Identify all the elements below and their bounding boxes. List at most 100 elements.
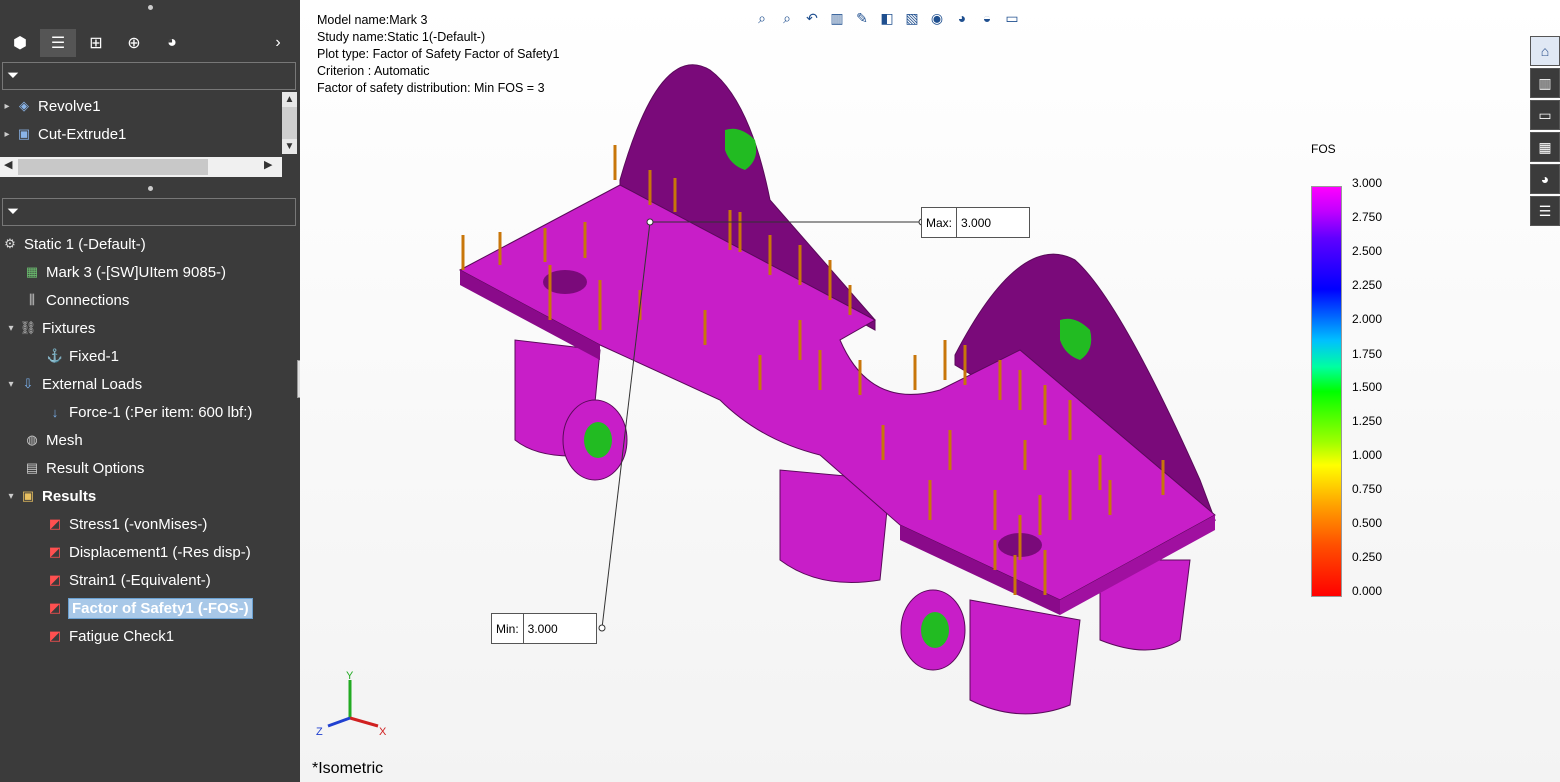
mesh-icon: ◍ [26,432,38,447]
legend-tick: 3.000 [1352,176,1383,190]
tree-item-label: Force-1 (:Per item: 600 lbf:) [69,403,253,421]
tree-item-label: Results [42,487,97,505]
max-label: Max: [922,208,958,237]
scroll-down-icon[interactable]: ▼ [282,139,297,154]
filter-icon: ⏷ [7,203,20,220]
results-folder-icon: ▣ [21,488,35,503]
fixed-geometry-icon: ⚓ [46,348,64,363]
simulation-filter-input[interactable]: ⏷ [2,198,296,226]
tree-item-label: Stress1 (-vonMises-) [69,515,208,533]
tree-item-connections[interactable]: ⫼ Connections [0,286,300,314]
tree-item-label: Result Options [46,459,145,477]
configuration-manager-tab[interactable]: ⊞ [78,29,114,57]
dimxpert-manager-tab[interactable]: ⊕ [116,29,152,57]
legend-tick: 2.500 [1352,244,1383,258]
right-boss-hole [921,612,949,648]
tree-item-external-loads[interactable]: ▾ ⇩ External Loads [0,370,300,398]
view-palette-icon[interactable]: ▦ [1530,132,1560,162]
cut-extrude-icon: ▣ [17,126,31,141]
scroll-up-icon[interactable]: ▲ [282,92,297,107]
tree-item-results[interactable]: ▾ ▣ Results [0,482,300,510]
tree-item-displacement1[interactable]: ◩ Displacement1 (-Res disp-) [0,538,300,566]
legend-tick: 2.250 [1352,278,1383,292]
collapse-arrow-icon[interactable]: ▾ [4,491,18,502]
home-icon[interactable]: ⌂ [1530,36,1560,66]
max-callout[interactable]: Max: 3.000 [921,207,1031,238]
triad-y-label: Y [346,670,354,682]
result-options-icon: ▤ [25,460,39,475]
tree-item-label: Fixed-1 [69,347,120,365]
tree-item-fixtures[interactable]: ▾ ⛓ Fixtures [0,314,300,342]
tree-item-result-options[interactable]: ▤ Result Options [0,454,300,482]
max-value: 3.000 [961,215,992,230]
panel-splitter-middle[interactable] [0,181,300,195]
display-manager-tab[interactable]: ◕ [154,29,190,57]
tree-item-static1[interactable]: ⚙ Static 1 (-Default-) [0,230,300,258]
manager-tabs: ⬢ ☰ ⊞ ⊕ ◕ › [0,26,300,60]
collapse-arrow-icon[interactable]: ▾ [4,379,18,390]
appearances-icon[interactable]: ◕ [1530,164,1560,194]
triad-z-label: Z [316,726,323,738]
tree-item-factor-of-safety1[interactable]: ◩ Factor of Safety1 (-FOS-) [0,594,300,622]
tree-item-strain1[interactable]: ◩ Strain1 (-Equivalent-) [0,566,300,594]
tree-item-label: Strain1 (-Equivalent-) [69,571,211,589]
part-icon: ▦ [25,264,39,279]
min-pin-icon [598,624,606,632]
tree-item-label: Factor of Safety1 (-FOS-) [68,597,253,619]
tree-item-fatigue-check1[interactable]: ◩ Fatigue Check1 [0,622,300,650]
tree-item-cut-extrude1[interactable]: ▸ ▣ Cut-Extrude1 [0,120,282,148]
scroll-thumb[interactable] [282,107,297,139]
custom-properties-icon[interactable]: ☰ [1530,196,1560,226]
strain-plot-icon: ◩ [48,572,62,587]
tree-item-label: Fixtures [42,319,96,337]
tree-horizontal-scrollbar[interactable]: ◀ ▶ [0,157,282,177]
view-orientation-label: *Isometric [312,760,384,777]
tree-item-stress1[interactable]: ◩ Stress1 (-vonMises-) [0,510,300,538]
fixtures-icon: ⛓ [19,320,37,335]
feature-filter-input[interactable]: ⏷ [2,62,296,90]
legend-tick: 2.750 [1352,210,1383,224]
expand-arrow-icon[interactable]: ▸ [0,101,14,112]
feature-manager-tab[interactable]: ⬢ [2,29,38,57]
file-explorer-icon[interactable]: ▭ [1530,100,1560,130]
tree-item-label: Mark 3 (-[SW]UItem 9085-) [46,263,227,281]
fos-color-legend[interactable] [1311,186,1342,597]
graphics-area[interactable]: Model name:Mark 3 Study name:Static 1(-D… [300,0,1560,782]
min-callout[interactable]: Min: 3.000 [491,613,597,644]
scroll-right-icon[interactable]: ▶ [264,158,272,171]
expand-chevron-icon[interactable]: › [260,29,296,57]
triad-x-label: X [379,726,387,738]
tree-item-label: Displacement1 (-Res disp-) [69,543,251,561]
design-library-icon[interactable]: ▥ [1530,68,1560,98]
property-manager-tab[interactable]: ☰ [40,29,76,57]
tree-item-force1[interactable]: ↓ Force-1 (:Per item: 600 lbf:) [0,398,300,426]
study-icon: ⚙ [4,236,16,251]
feature-manager-panel: ⬢ ☰ ⊞ ⊕ ◕ › ⏷ ▸ ◈ Revolve1 ▸ ▣ Cut-Extru… [0,0,307,782]
min-label: Min: [492,614,524,643]
scroll-thumb[interactable] [18,159,208,175]
revolve-icon: ◈ [19,98,29,113]
tree-item-mesh[interactable]: ◍ Mesh [0,426,300,454]
scroll-left-icon[interactable]: ◀ [4,158,12,171]
tree-item-label: Connections [46,291,130,309]
legend-title: FOS [1311,142,1336,156]
legend-tick: 1.250 [1352,414,1383,428]
connections-icon: ⫼ [29,292,35,307]
panel-splitter-top[interactable] [0,0,300,14]
simulation-study-tree: ⚙ Static 1 (-Default-) ▦ Mark 3 (-[SW]UI… [0,230,300,650]
legend-tick: 2.000 [1352,312,1383,326]
expand-arrow-icon[interactable]: ▸ [0,129,14,140]
right-hub [969,599,1081,715]
coordinate-triad: Y X Z [316,670,387,738]
tree-item-revolve1[interactable]: ▸ ◈ Revolve1 [0,92,282,120]
filter-icon: ⏷ [7,67,20,84]
tree-item-fixed1[interactable]: ⚓ Fixed-1 [0,342,300,370]
external-loads-icon: ⇩ [22,376,34,391]
legend-tick: 1.750 [1352,347,1383,361]
collapse-arrow-icon[interactable]: ▾ [4,323,18,334]
tree-item-part[interactable]: ▦ Mark 3 (-[SW]UItem 9085-) [0,258,300,286]
legend-tick: 0.500 [1352,516,1383,530]
legend-tick: 1.000 [1352,448,1383,462]
left-boss-hole [584,422,612,458]
tree-vertical-scrollbar[interactable]: ▲ ▼ [282,92,297,154]
